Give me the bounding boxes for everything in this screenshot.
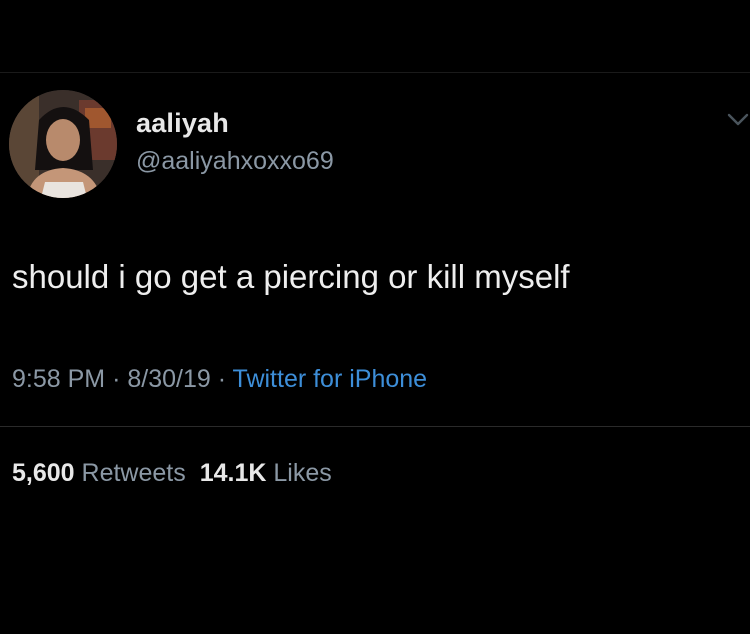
tweet-time[interactable]: 9:58 PM bbox=[12, 365, 105, 393]
likes-count: 14.1K bbox=[199, 459, 267, 487]
likes-stat[interactable]: 14.1K Likes bbox=[200, 459, 332, 487]
meta-separator: · bbox=[112, 365, 121, 393]
avatar-photo bbox=[9, 90, 117, 198]
tweet-date[interactable]: 8/30/19 bbox=[127, 365, 210, 393]
retweets-label: Retweets bbox=[81, 459, 186, 487]
author-handle[interactable]: @aaliyahxoxxo69 bbox=[136, 146, 334, 176]
avatar[interactable] bbox=[9, 90, 117, 198]
retweets-stat[interactable]: 5,600 Retweets bbox=[12, 459, 186, 487]
author-display-name[interactable]: aaliyah bbox=[136, 108, 229, 138]
retweets-count: 5,600 bbox=[12, 459, 75, 487]
tweet-stats: 5,600 Retweets 14.1K Likes bbox=[12, 457, 332, 489]
tweet-source-link[interactable]: Twitter for iPhone bbox=[233, 365, 428, 393]
meta-separator: · bbox=[217, 365, 227, 393]
tweet-meta: 9:58 PM · 8/30/19 · Twitter for iPhone bbox=[12, 363, 427, 395]
stats-divider bbox=[0, 426, 750, 427]
top-divider bbox=[0, 72, 750, 73]
chevron-down-icon[interactable] bbox=[727, 112, 749, 128]
tweet-text: should i go get a piercing or kill mysel… bbox=[12, 258, 570, 295]
likes-label: Likes bbox=[273, 459, 332, 487]
